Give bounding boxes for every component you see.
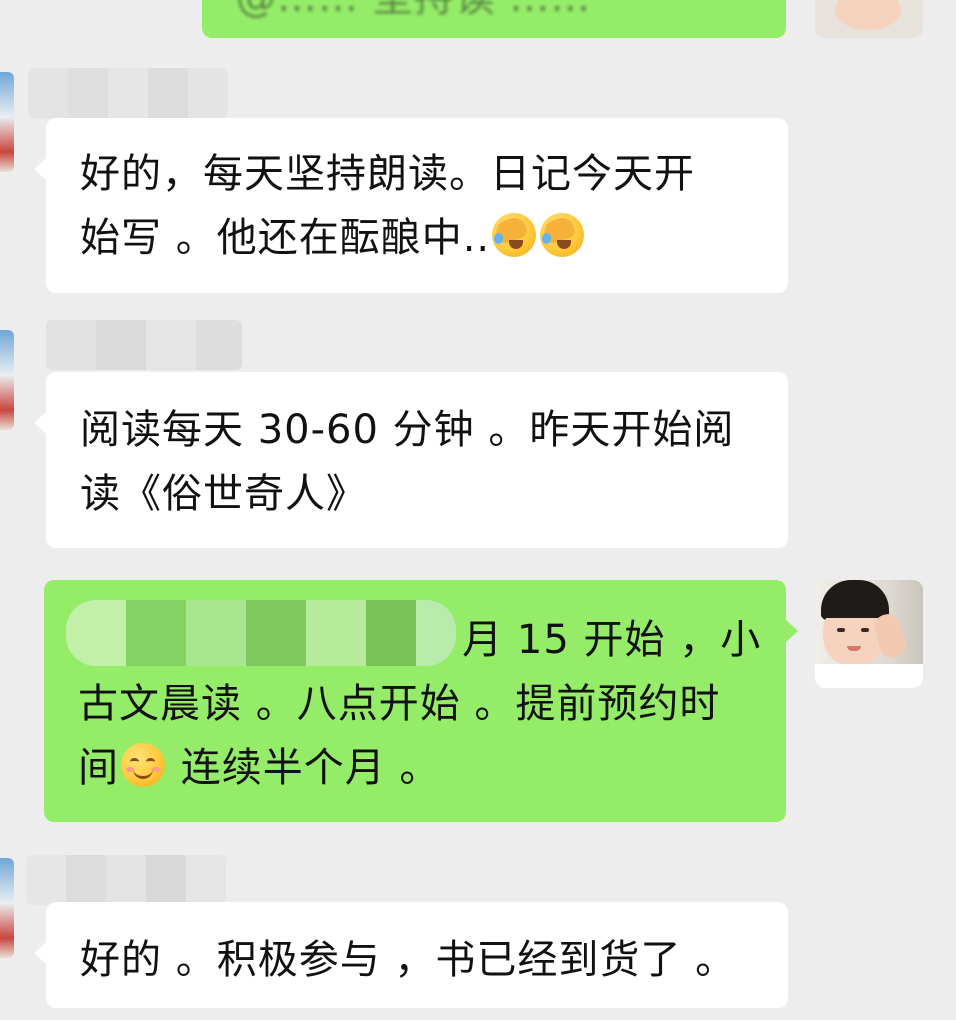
message-text-line: 阅读每天 30-60 分钟 。昨天开始阅 [80, 407, 735, 453]
contact-avatar[interactable] [0, 330, 14, 430]
message-text: 始写 。他还在酝酿中.. [80, 215, 491, 261]
mention-blurred [66, 600, 456, 666]
sender-name-blurred [46, 320, 242, 370]
message-text-line: 古文晨读 。八点开始 。提前预约时 [78, 681, 721, 727]
self-avatar-partial[interactable] [815, 0, 923, 38]
sender-name-blurred [26, 855, 226, 905]
avatar-eye [861, 628, 869, 632]
message-text-line: 好的 。积极参与 ，书已经到货了 。 [80, 937, 737, 983]
contact-avatar[interactable] [0, 858, 14, 958]
message-text-line: 读《俗世奇人》 [80, 471, 367, 517]
contact-avatar[interactable] [0, 72, 14, 172]
avatar-bangs [821, 598, 887, 618]
message-text: 连续半个月 。 [180, 745, 441, 791]
message-bubble-incoming[interactable]: 好的 。积极参与 ，书已经到货了 。 [34, 902, 788, 1008]
message-bubble-incoming[interactable]: 好的，每天坚持朗读。日记今天开 始写 。他还在酝酿中.. [34, 118, 788, 293]
avatar-face-shape [835, 0, 901, 30]
face-palm-emoji-icon [492, 213, 537, 257]
message-bubble-incoming[interactable]: 阅读每天 30-60 分钟 。昨天开始阅 读《俗世奇人》 [34, 372, 788, 548]
message-bubble-outgoing[interactable]: 8 月 15 开始 ，小 古文晨读 。八点开始 。提前预约时 间 连续半个月 。 [44, 580, 798, 822]
bubble-tail [34, 412, 46, 434]
message-text-line: 好的，每天坚持朗读。日记今天开 [80, 151, 695, 197]
message-text-line: @…… 坚持读 …… [236, 0, 762, 24]
smile-emoji-icon [121, 743, 165, 787]
message-text-line: 间 连续半个月 。 [78, 736, 762, 800]
message-text: 8 月 15 开始 ，小 [422, 617, 762, 663]
sender-name-blurred [28, 68, 228, 118]
message-text-line: 始写 。他还在酝酿中.. [80, 206, 764, 270]
self-avatar[interactable] [815, 580, 923, 688]
message-bubble-outgoing-partial[interactable]: @…… 坚持读 …… [202, 0, 786, 38]
face-palm-emoji-icon [540, 213, 585, 257]
message-text: 间 [78, 745, 119, 791]
bubble-tail [786, 620, 798, 642]
bubble-tail [34, 942, 46, 964]
bubble-tail [34, 158, 46, 180]
avatar-eye [837, 628, 845, 632]
avatar-shirt [815, 664, 923, 688]
